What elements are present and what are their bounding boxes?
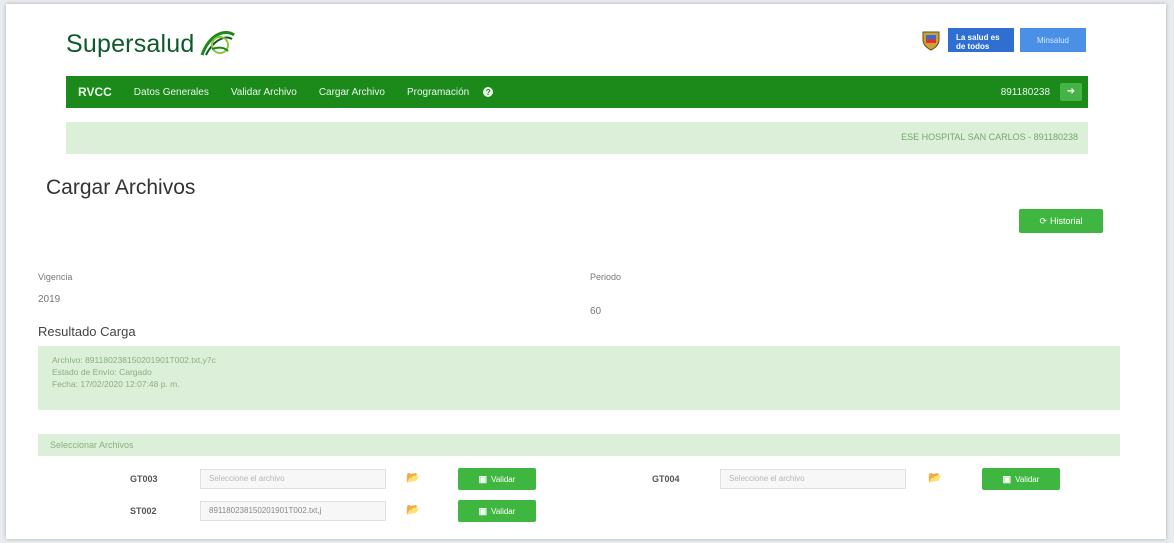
nav-datos-generales[interactable]: Datos Generales xyxy=(134,87,209,98)
nav-brand-rvcc[interactable]: RVCC xyxy=(78,85,112,99)
result-date-line: Fecha: 17/02/2020 12:07:48 p. m. xyxy=(52,379,180,389)
page-container: Supersalud La salud es de todos Minsalud… xyxy=(6,4,1166,539)
validate-button-st002[interactable]: ▣ Validar xyxy=(458,500,536,522)
entity-info-bar: ESE HOSPITAL SAN CARLOS - 891180238 xyxy=(66,122,1088,154)
file-code-gt004: GT004 xyxy=(652,474,680,484)
upload-result-box: Archivo: 891180238150201901T002.txt,y7c … xyxy=(38,346,1120,410)
folder-open-icon[interactable]: 📂 xyxy=(928,471,942,484)
logo-swoosh-icon xyxy=(201,31,236,56)
validate-button-label: Validar xyxy=(491,506,516,516)
validate-button-gt003[interactable]: ▣ Validar xyxy=(458,468,536,490)
save-icon: ▣ xyxy=(1002,473,1012,484)
entity-name: ESE HOSPITAL SAN CARLOS - 891180238 xyxy=(901,132,1078,142)
government-badges: La salud es de todos Minsalud xyxy=(920,28,1086,52)
logo-text: Supersalud xyxy=(66,29,195,58)
la-salud-badge[interactable]: La salud es de todos xyxy=(948,28,1014,52)
main-navbar: RVCC Datos Generales Validar Archivo Car… xyxy=(66,76,1088,108)
file-code-gt003: GT003 xyxy=(130,474,158,484)
folder-open-icon[interactable]: 📂 xyxy=(406,503,420,516)
history-button[interactable]: ⟳ Historial xyxy=(1019,209,1103,233)
coat-of-arms-icon xyxy=(922,31,940,51)
page-title: Cargar Archivos xyxy=(46,176,196,199)
save-icon: ▣ xyxy=(478,473,488,484)
save-icon: ▣ xyxy=(478,505,488,516)
result-file-line: Archivo: 891180238150201901T002.txt,y7c xyxy=(52,355,216,365)
result-section-title: Resultado Carga xyxy=(38,324,136,339)
vigencia-value: 2019 xyxy=(38,294,61,305)
select-files-title: Seleccionar Archivos xyxy=(50,440,134,450)
file-input-st002[interactable]: 891180238150201901T002.txt,j xyxy=(200,501,386,521)
select-files-bar: Seleccionar Archivos xyxy=(38,434,1120,456)
periodo-label: Periodo xyxy=(590,272,622,282)
folder-open-icon[interactable]: 📂 xyxy=(406,471,420,484)
minsalud-badge[interactable]: Minsalud xyxy=(1020,28,1086,52)
validate-button-label: Validar xyxy=(491,474,516,484)
file-input-gt004[interactable]: Seleccione el archivo xyxy=(720,469,906,489)
question-circle-icon[interactable]: ? xyxy=(483,87,494,97)
file-input-gt003[interactable]: Seleccione el archivo xyxy=(200,469,386,489)
history-icon: ⟳ xyxy=(1039,215,1048,226)
vigencia-label: Vigencia xyxy=(38,272,73,282)
nav-programacion[interactable]: Programación xyxy=(407,87,469,98)
validate-button-gt004[interactable]: ▣ Validar xyxy=(982,468,1060,490)
history-button-label: Historial xyxy=(1050,216,1083,226)
sign-out-icon[interactable]: ➜ xyxy=(1060,83,1082,101)
validate-button-label: Validar xyxy=(1015,474,1040,484)
nav-user-id[interactable]: 891180238 xyxy=(1001,87,1050,98)
result-status-line: Estado de Envío: Cargado xyxy=(52,367,152,377)
nav-cargar-archivo[interactable]: Cargar Archivo xyxy=(319,87,385,98)
periodo-value: 60 xyxy=(590,306,602,317)
supersalud-logo[interactable]: Supersalud xyxy=(66,22,238,66)
file-code-st002: ST002 xyxy=(130,506,157,516)
nav-validar-archivo[interactable]: Validar Archivo xyxy=(231,87,297,98)
